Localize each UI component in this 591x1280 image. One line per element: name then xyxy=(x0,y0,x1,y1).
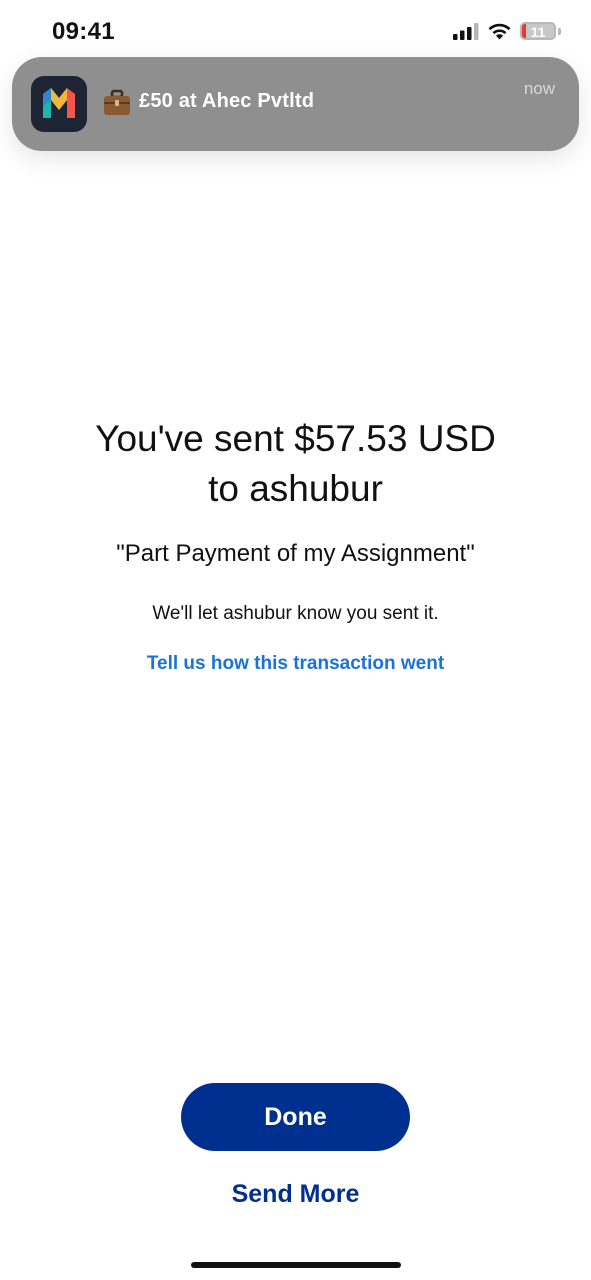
status-icons: 11 xyxy=(453,22,561,40)
status-bar: 09:41 11 xyxy=(0,0,591,60)
cellular-signal-icon xyxy=(453,23,479,40)
notification-text: £50 at Ahec Pvtltd xyxy=(139,90,315,112)
headline-line-1: You've sent $57.53 USD xyxy=(95,418,496,459)
payment-confirmation-screen: 09:41 11 £50 at Ahec Pvtltd now You've s… xyxy=(0,0,591,1280)
payment-note: "Part Payment of my Assignment" xyxy=(116,540,475,567)
monzo-logo-icon xyxy=(43,88,75,118)
confirmation-headline: You've sent $57.53 USD to ashubur xyxy=(40,414,551,514)
headline-line-2: to ashubur xyxy=(208,468,383,509)
battery-icon: 11 xyxy=(520,22,556,40)
battery-tip xyxy=(558,27,561,35)
battery-level: 11 xyxy=(530,24,546,40)
notification-time: now xyxy=(523,79,555,98)
home-indicator[interactable] xyxy=(191,1262,401,1268)
done-button[interactable]: Done xyxy=(181,1083,410,1151)
wifi-icon xyxy=(488,23,511,40)
briefcase-emoji-icon xyxy=(104,89,130,115)
monzo-app-icon xyxy=(31,76,87,132)
recipient-notice: We'll let ashubur know you sent it. xyxy=(152,603,439,624)
send-more-button[interactable]: Send More xyxy=(145,1180,446,1209)
notification-banner[interactable]: £50 at Ahec Pvtltd now xyxy=(12,57,579,151)
feedback-link[interactable]: Tell us how this transaction went xyxy=(20,653,571,675)
status-time: 09:41 xyxy=(52,18,115,45)
